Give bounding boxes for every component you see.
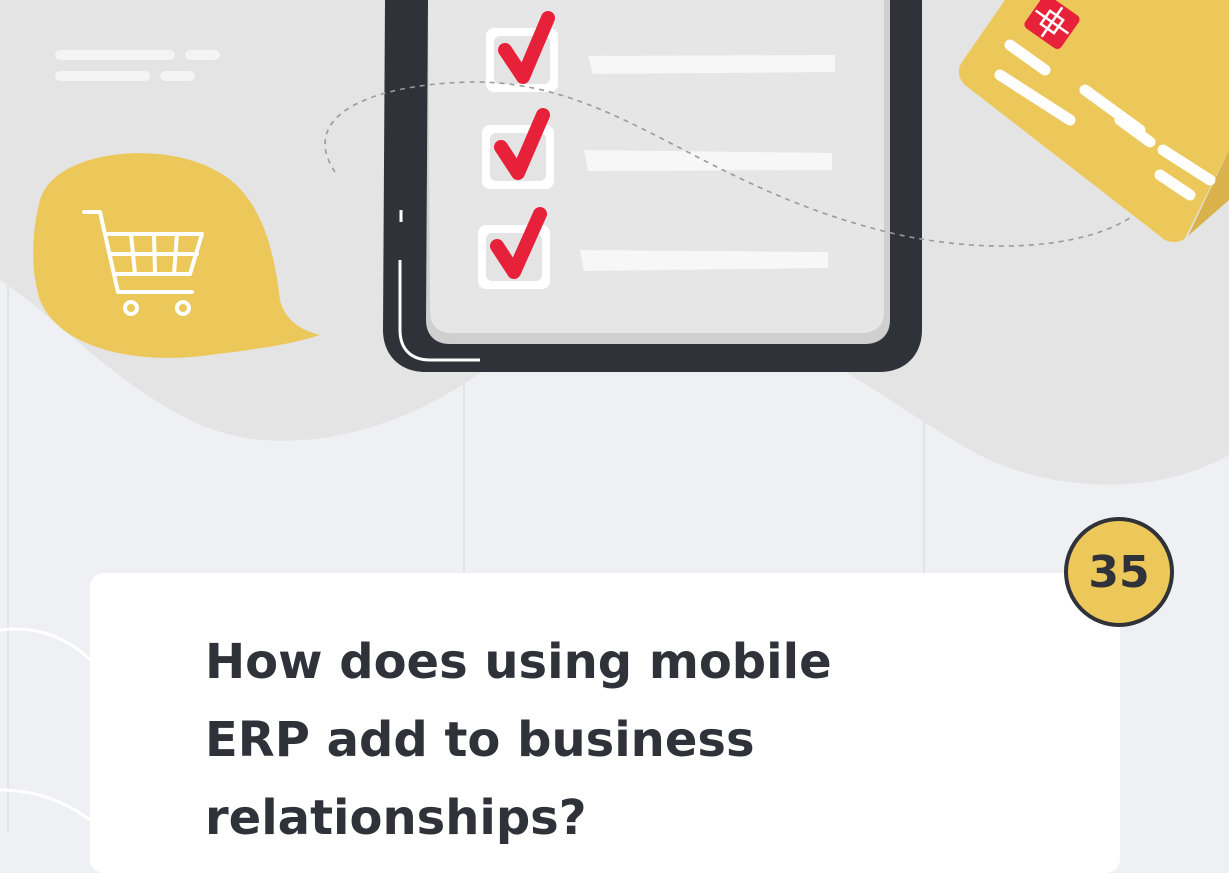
list-line — [580, 250, 828, 271]
decorative-arc — [0, 788, 91, 822]
list-line — [588, 55, 835, 74]
number-badge: 35 — [1064, 517, 1174, 627]
question-card: How does using mobile ERP add to busines… — [90, 573, 1120, 873]
decorative-arc — [0, 627, 92, 662]
question-line-3: relationships? — [205, 790, 587, 846]
question-heading: How does using mobile ERP add to busines… — [205, 623, 965, 857]
list-line — [584, 150, 832, 171]
badge-number: 35 — [1088, 546, 1150, 598]
question-line-1: How does using mobile — [205, 634, 832, 690]
question-line-2: ERP add to business — [205, 712, 755, 768]
